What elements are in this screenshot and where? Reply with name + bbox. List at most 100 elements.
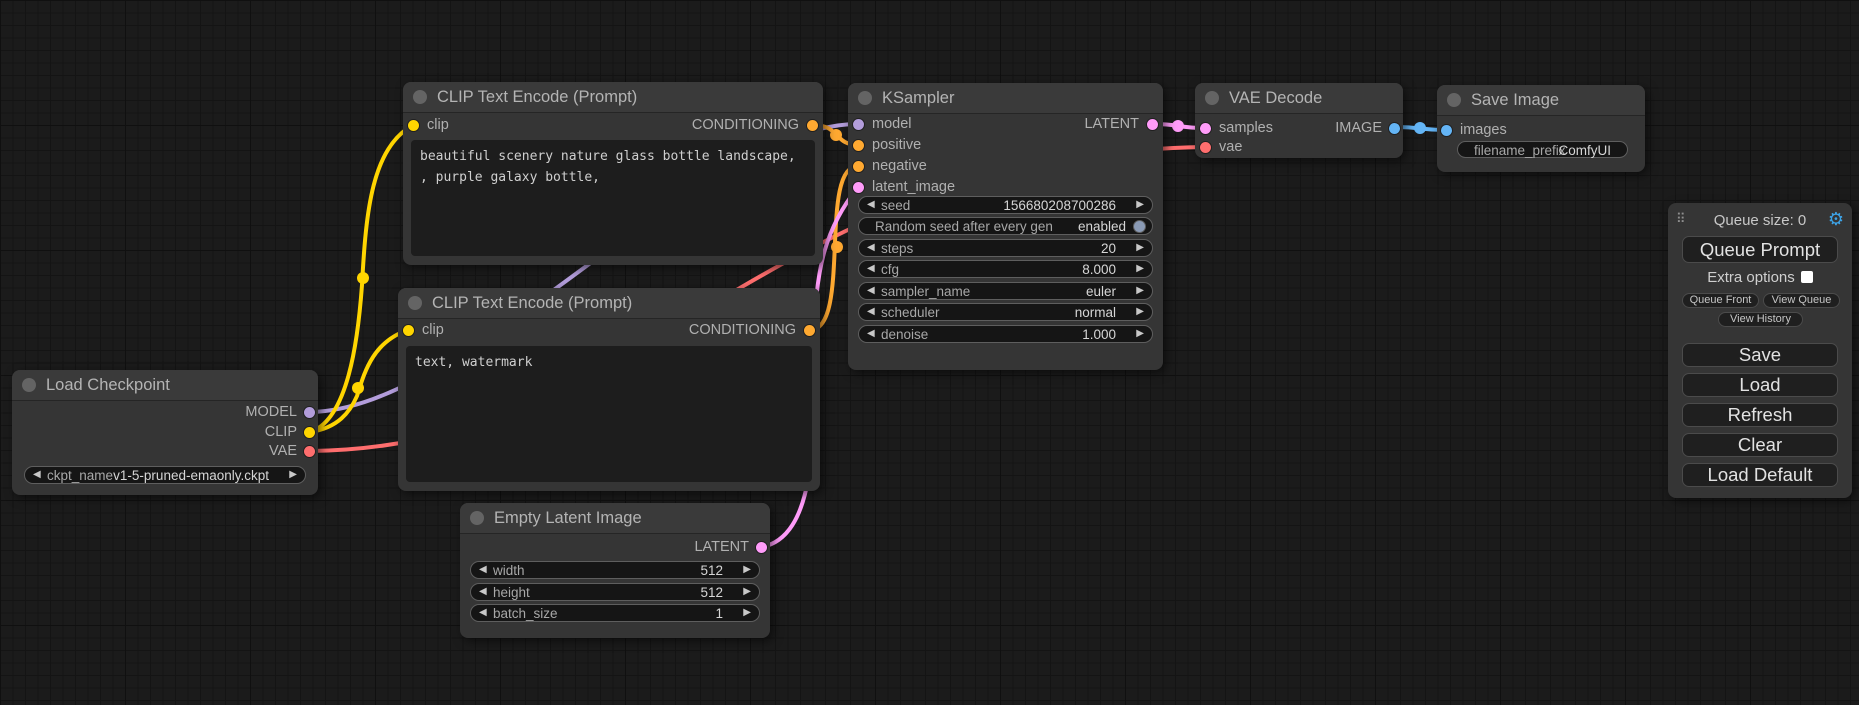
node-title-bar[interactable]: Save Image <box>1437 85 1645 116</box>
increment-arrow-icon[interactable]: ▶ <box>743 564 751 575</box>
input-dot-model[interactable] <box>853 119 864 130</box>
input-dot-clip[interactable] <box>403 325 414 336</box>
output-dot-latent[interactable] <box>1147 119 1158 130</box>
output-dot-conditioning[interactable] <box>804 325 815 336</box>
load-default-button[interactable]: Load Default <box>1682 463 1838 487</box>
decrement-arrow-icon[interactable]: ◀ <box>33 469 41 480</box>
widget-cfg[interactable]: ◀ cfg 8.000 ▶ <box>858 260 1153 278</box>
node-title-bar[interactable]: VAE Decode <box>1195 83 1403 114</box>
node-save-image[interactable]: Save Image images filename_prefix ComfyU… <box>1437 85 1645 172</box>
decrement-arrow-icon[interactable]: ◀ <box>867 242 875 253</box>
node-title-bar[interactable]: Empty Latent Image <box>460 503 770 534</box>
output-dot-vae[interactable] <box>304 446 315 457</box>
widget-filename-prefix[interactable]: filename_prefix ComfyUI <box>1457 141 1628 158</box>
widget-label: sampler_name <box>881 284 970 299</box>
increment-arrow-icon[interactable]: ▶ <box>1136 306 1144 317</box>
increment-arrow-icon[interactable]: ▶ <box>1136 199 1144 210</box>
widget-height[interactable]: ◀ height 512 ▶ <box>470 583 760 601</box>
increment-arrow-icon[interactable]: ▶ <box>1136 263 1144 274</box>
gear-icon[interactable]: ⚙ <box>1828 209 1844 230</box>
input-dot-clip[interactable] <box>408 120 419 131</box>
node-load-checkpoint[interactable]: Load Checkpoint MODEL CLIP VAE ◀ ckpt_na… <box>12 370 318 495</box>
output-dot-conditioning[interactable] <box>807 120 818 131</box>
prompt-textarea[interactable]: text, watermark <box>406 346 812 482</box>
output-dot-latent[interactable] <box>756 542 767 553</box>
widget-value: v1-5-pruned-emaonly.ckpt <box>113 468 269 483</box>
node-title-bar[interactable]: CLIP Text Encode (Prompt) <box>398 288 820 319</box>
decrement-arrow-icon[interactable]: ◀ <box>867 285 875 296</box>
node-vae-decode[interactable]: VAE Decode samples vae IMAGE <box>1195 83 1403 158</box>
output-label-conditioning: CONDITIONING <box>689 322 796 338</box>
node-clip-text-encode-positive[interactable]: CLIP Text Encode (Prompt) clip CONDITION… <box>403 82 823 265</box>
queue-front-button[interactable]: Queue Front <box>1682 293 1759 308</box>
widget-ckpt-name[interactable]: ◀ ckpt_name v1-5-pruned-emaonly.ckpt ▶ <box>24 466 306 484</box>
link-dot <box>1172 120 1184 132</box>
collapse-dot-icon[interactable] <box>1447 93 1461 107</box>
node-title-bar[interactable]: Load Checkpoint <box>12 370 318 401</box>
menu-panel[interactable]: ⠿ Queue size: 0 ⚙ Queue Prompt Extra opt… <box>1668 203 1852 498</box>
input-dot-samples[interactable] <box>1200 123 1211 134</box>
increment-arrow-icon[interactable]: ▶ <box>1136 328 1144 339</box>
collapse-dot-icon[interactable] <box>1205 91 1219 105</box>
increment-arrow-icon[interactable]: ▶ <box>743 607 751 618</box>
decrement-arrow-icon[interactable]: ◀ <box>867 263 875 274</box>
comfyui-canvas[interactable]: { "colors": { "model": "#B39DDB", "clip"… <box>0 0 1859 705</box>
decrement-arrow-icon[interactable]: ◀ <box>479 564 487 575</box>
output-dot-image[interactable] <box>1389 123 1400 134</box>
widget-denoise[interactable]: ◀ denoise 1.000 ▶ <box>858 325 1153 343</box>
input-dot-negative[interactable] <box>853 161 864 172</box>
input-label-clip: clip <box>422 322 444 338</box>
input-label-negative: negative <box>872 158 927 174</box>
decrement-arrow-icon[interactable]: ◀ <box>867 328 875 339</box>
node-empty-latent-image[interactable]: Empty Latent Image LATENT ◀ width 512 ▶ … <box>460 503 770 638</box>
increment-arrow-icon[interactable]: ▶ <box>289 469 297 480</box>
output-label-conditioning: CONDITIONING <box>692 117 799 133</box>
decrement-arrow-icon[interactable]: ◀ <box>867 199 875 210</box>
widget-scheduler[interactable]: ◀ scheduler normal ▶ <box>858 303 1153 321</box>
queue-prompt-button[interactable]: Queue Prompt <box>1682 236 1838 263</box>
widget-steps[interactable]: ◀ steps 20 ▶ <box>858 239 1153 257</box>
input-dot-vae[interactable] <box>1200 142 1211 153</box>
increment-arrow-icon[interactable]: ▶ <box>743 586 751 597</box>
input-label-vae: vae <box>1219 139 1242 155</box>
decrement-arrow-icon[interactable]: ◀ <box>479 607 487 618</box>
increment-arrow-icon[interactable]: ▶ <box>1136 285 1144 296</box>
collapse-dot-icon[interactable] <box>858 91 872 105</box>
load-button[interactable]: Load <box>1682 373 1838 397</box>
widget-label: steps <box>881 241 913 256</box>
node-title-bar[interactable]: KSampler <box>848 83 1163 114</box>
widget-sampler-name[interactable]: ◀ sampler_name euler ▶ <box>858 282 1153 300</box>
increment-arrow-icon[interactable]: ▶ <box>1136 242 1144 253</box>
widget-seed[interactable]: ◀ seed 156680208700286 ▶ <box>858 196 1153 214</box>
collapse-dot-icon[interactable] <box>408 296 422 310</box>
widget-value: enabled <box>1078 219 1126 234</box>
input-dot-positive[interactable] <box>853 140 864 151</box>
node-clip-text-encode-negative[interactable]: CLIP Text Encode (Prompt) clip CONDITION… <box>398 288 820 491</box>
node-ksampler[interactable]: KSampler model positive negative latent_… <box>848 83 1163 370</box>
save-button[interactable]: Save <box>1682 343 1838 367</box>
decrement-arrow-icon[interactable]: ◀ <box>867 306 875 317</box>
collapse-dot-icon[interactable] <box>413 90 427 104</box>
collapse-dot-icon[interactable] <box>22 378 36 392</box>
widget-batch-size[interactable]: ◀ batch_size 1 ▶ <box>470 604 760 622</box>
prompt-textarea[interactable]: beautiful scenery nature glass bottle la… <box>411 140 815 256</box>
link-dot <box>831 241 843 253</box>
node-title-bar[interactable]: CLIP Text Encode (Prompt) <box>403 82 823 113</box>
decrement-arrow-icon[interactable]: ◀ <box>479 586 487 597</box>
output-dot-clip[interactable] <box>304 427 315 438</box>
refresh-button[interactable]: Refresh <box>1682 403 1838 427</box>
widget-width[interactable]: ◀ width 512 ▶ <box>470 561 760 579</box>
collapse-dot-icon[interactable] <box>470 511 484 525</box>
widget-label: batch_size <box>493 606 558 621</box>
view-queue-button[interactable]: View Queue <box>1763 293 1840 308</box>
clear-button[interactable]: Clear <box>1682 433 1838 457</box>
link-dot <box>830 129 842 141</box>
input-dot-images[interactable] <box>1441 125 1452 136</box>
widget-random-seed[interactable]: Random seed after every gen enabled <box>858 217 1153 235</box>
toggle-icon[interactable] <box>1133 220 1146 233</box>
output-label-latent: LATENT <box>1084 116 1139 132</box>
output-dot-model[interactable] <box>304 407 315 418</box>
view-history-button[interactable]: View History <box>1718 312 1803 327</box>
input-dot-latent-image[interactable] <box>853 182 864 193</box>
extra-options-checkbox[interactable] <box>1801 271 1813 283</box>
